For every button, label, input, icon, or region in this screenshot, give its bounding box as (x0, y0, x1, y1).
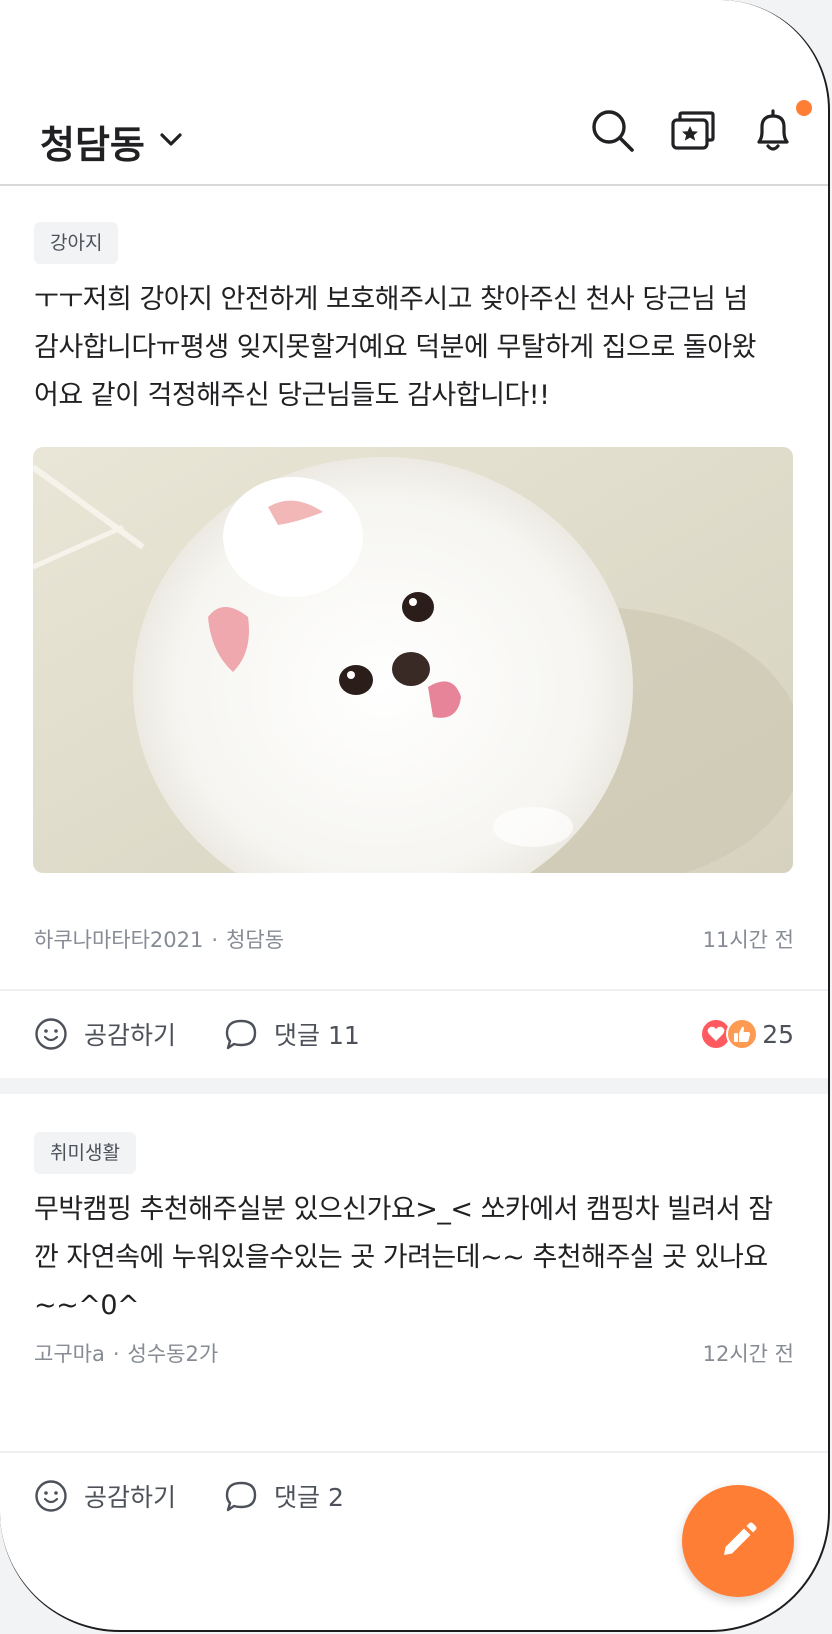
location-label: 청담동 (40, 123, 145, 167)
bell-icon[interactable] (750, 100, 812, 154)
author-info: 고구마a · 성수동2가 (34, 1338, 218, 1368)
reaction-summary[interactable]: 25 (700, 1018, 794, 1050)
pencil-icon (724, 1522, 757, 1555)
header-actions (590, 100, 812, 154)
post-meta: 고구마a · 성수동2가 12시간 전 (34, 1338, 794, 1368)
author-name[interactable]: 고구마a (34, 1342, 105, 1366)
search-icon[interactable] (590, 108, 636, 154)
post-actions: 공감하기 댓글 2 (34, 1466, 794, 1526)
like-button[interactable]: 공감하기 (34, 1478, 176, 1514)
top-app-bar: 청담동 (0, 90, 828, 186)
like-button[interactable]: 공감하기 (34, 1016, 176, 1052)
feed-separator (0, 1078, 828, 1094)
phone-screen: 청담동 강아지 ㅜㅜ저희 강아지 안전하게 보호해주시고 찾아주신 천사 당근님… (0, 0, 830, 1632)
comment-button[interactable]: 댓글 2 (224, 1478, 344, 1514)
comment-label: 댓글 2 (274, 1483, 344, 1512)
category-tag: 강아지 (34, 222, 119, 264)
like-label: 공감하기 (84, 1483, 177, 1512)
author-region: 성수동2가 (127, 1342, 219, 1366)
thumbs-up-icon (726, 1018, 759, 1050)
smile-icon (35, 1018, 67, 1050)
post-actions: 공감하기 댓글 11 25 (34, 1004, 794, 1064)
divider (0, 1451, 828, 1453)
comment-icon (225, 1019, 257, 1050)
comment-label: 댓글 11 (274, 1021, 360, 1050)
like-label: 공감하기 (84, 1021, 177, 1050)
comment-button[interactable]: 댓글 11 (224, 1016, 360, 1052)
category-icon[interactable] (670, 108, 716, 154)
location-selector[interactable]: 청담동 (40, 114, 183, 169)
post-meta: 하쿠나마타타2021 · 청담동 11시간 전 (34, 924, 794, 954)
author-info: 하쿠나마타타2021 · 청담동 (34, 924, 284, 954)
category-tag: 취미생활 (34, 1132, 136, 1174)
divider (0, 989, 828, 991)
notification-badge (796, 100, 812, 116)
post-body[interactable]: ㅜㅜ저희 강아지 안전하게 보호해주시고 찾아주신 천사 당근님 넘 감사합니다… (34, 276, 780, 420)
write-post-button[interactable] (682, 1485, 794, 1597)
post-time: 11시간 전 (702, 928, 794, 952)
chevron-down-icon (159, 132, 183, 152)
smile-icon (35, 1480, 67, 1512)
author-region: 청담동 (226, 928, 285, 952)
meta-separator: · (211, 928, 219, 952)
meta-separator: · (112, 1342, 120, 1366)
reaction-count: 25 (762, 1019, 794, 1049)
post-time: 12시간 전 (702, 1342, 794, 1366)
author-name[interactable]: 하쿠나마타타2021 (34, 928, 203, 952)
post-photo[interactable] (33, 447, 793, 873)
comment-icon (225, 1481, 257, 1512)
post-body[interactable]: 무박캠핑 추천해주실분 있으신가요>_< 쏘카에서 캠핑차 빌려서 잠깐 자연속… (34, 1186, 780, 1330)
